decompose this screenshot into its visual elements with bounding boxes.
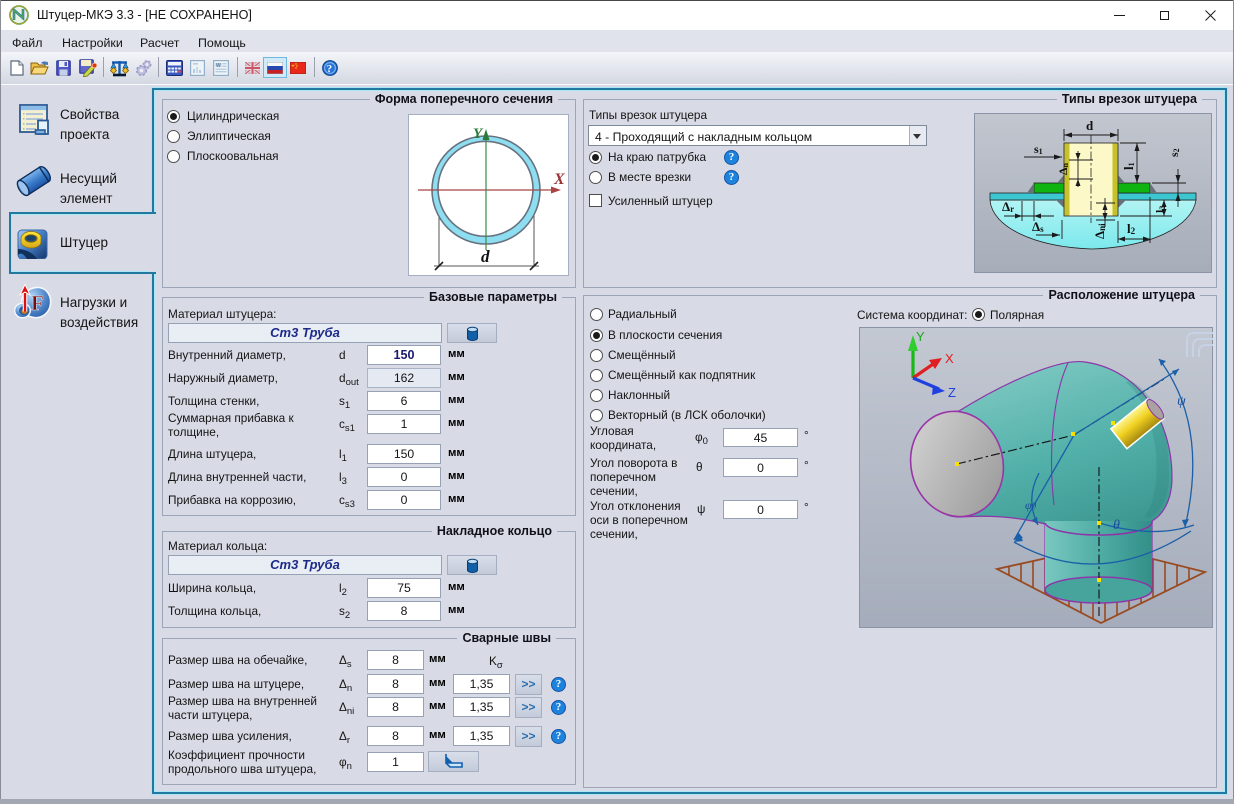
svg-text:Z: Z bbox=[948, 385, 956, 400]
svg-text:ψ: ψ bbox=[1177, 394, 1186, 409]
svg-text:?: ? bbox=[327, 63, 333, 75]
svg-text:X: X bbox=[945, 351, 954, 366]
svg-text:F: F bbox=[31, 291, 44, 315]
svg-text:d: d bbox=[481, 247, 490, 266]
svg-text:φ0: φ0 bbox=[1025, 498, 1037, 512]
svg-text:Y: Y bbox=[916, 329, 925, 344]
svg-text:X: X bbox=[553, 171, 565, 188]
svg-text:W: W bbox=[216, 63, 221, 69]
svg-text:d: d bbox=[1086, 118, 1094, 133]
svg-text:θ: θ bbox=[1113, 518, 1120, 533]
